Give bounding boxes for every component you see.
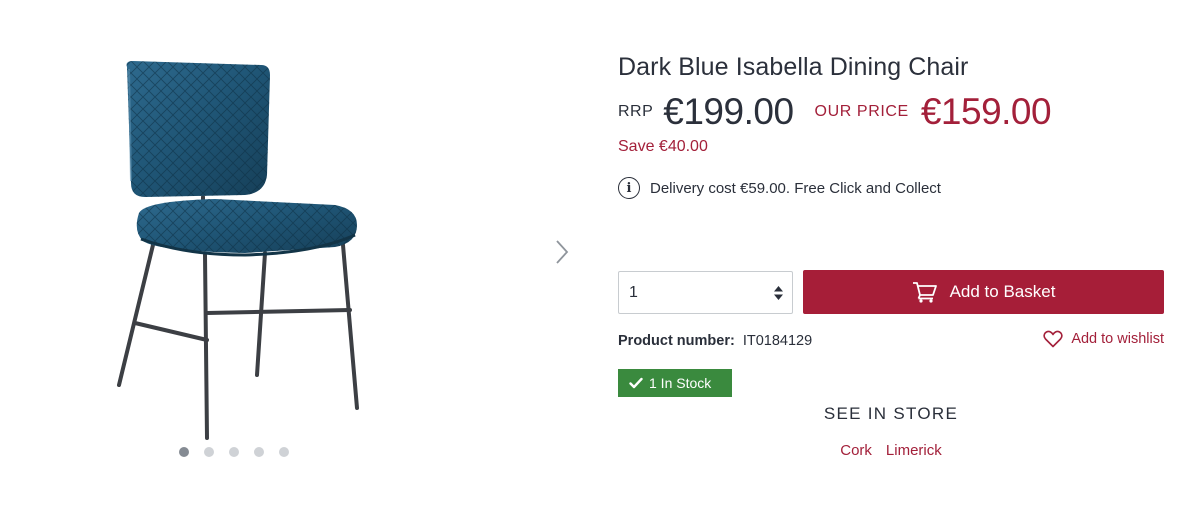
rrp-price: €199.00 <box>663 91 794 132</box>
gallery-dot-3[interactable] <box>229 447 239 457</box>
see-in-store-heading: SEE IN STORE <box>823 404 959 423</box>
delivery-text: Delivery cost €59.00. Free Click and Col… <box>650 179 941 197</box>
image-gallery <box>0 0 600 529</box>
store-link-limerick[interactable]: Limerick <box>886 442 942 459</box>
quantity-select[interactable]: 1 <box>618 271 793 314</box>
gallery-dot-5[interactable] <box>279 447 289 457</box>
our-price: €159.00 <box>920 91 1052 132</box>
store-links: Cork Limerick <box>618 442 1164 459</box>
product-number-label: Product number: <box>618 333 735 349</box>
product-number-value: IT0184129 <box>742 333 813 349</box>
select-arrows-icon <box>774 286 783 300</box>
stock-text: 1 In Stock <box>649 375 712 391</box>
store-link-cork[interactable]: Cork <box>840 442 872 459</box>
gallery-dot-1[interactable] <box>179 447 189 457</box>
gallery-pagination <box>179 447 289 457</box>
delivery-info: i Delivery cost €59.00. Free Click and C… <box>618 177 941 199</box>
gallery-dot-2[interactable] <box>204 447 214 457</box>
info-circle-icon: i <box>618 177 640 199</box>
stock-badge: 1 In Stock <box>618 369 732 397</box>
quantity-value: 1 <box>629 283 638 301</box>
add-to-basket-label: Add to Basket <box>949 282 1056 301</box>
heart-icon <box>1043 330 1063 348</box>
product-details: Dark Blue Isabella Dining Chair RRP €199… <box>618 0 1166 529</box>
product-title: Dark Blue Isabella Dining Chair <box>618 53 969 81</box>
price-row: RRP €199.00 OUR PRICE €159.00 <box>618 90 1052 134</box>
product-image[interactable] <box>95 55 385 445</box>
save-amount: Save €40.00 <box>618 138 708 155</box>
wishlist-label: Add to wishlist <box>1071 331 1164 347</box>
next-image-button[interactable] <box>552 238 572 266</box>
check-icon <box>629 377 643 389</box>
add-to-basket-button[interactable]: Add to Basket <box>803 270 1164 314</box>
rrp-label: RRP <box>618 103 654 120</box>
product-number: Product number: IT0184129 <box>618 333 812 349</box>
our-price-label: OUR PRICE <box>814 103 909 120</box>
cart-icon <box>912 282 937 303</box>
add-to-wishlist-button[interactable]: Add to wishlist <box>1043 330 1164 348</box>
gallery-dot-4[interactable] <box>254 447 264 457</box>
